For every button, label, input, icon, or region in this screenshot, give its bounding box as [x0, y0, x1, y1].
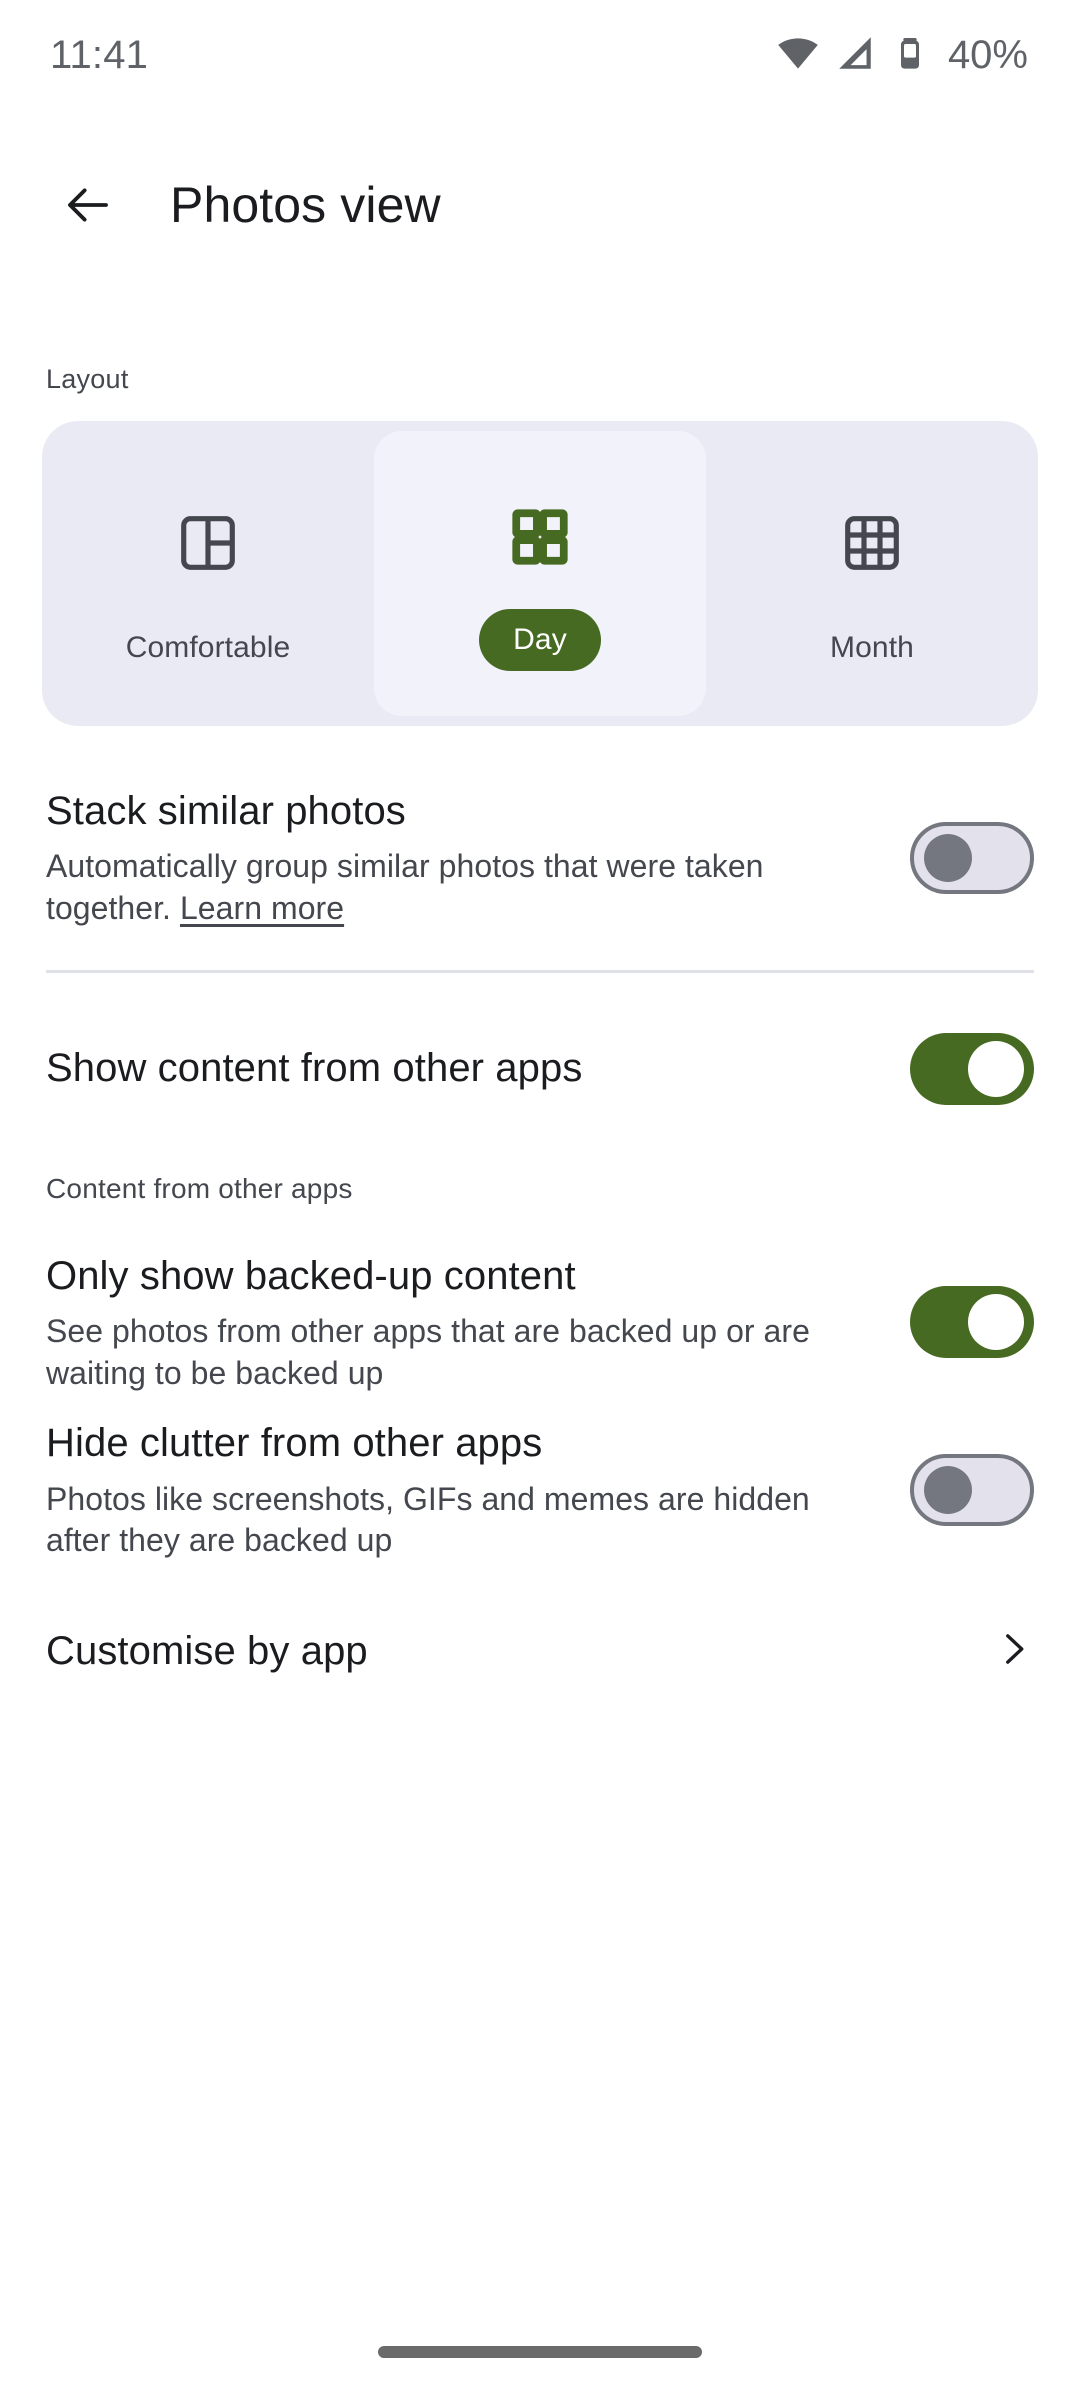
setting-title: Hide clutter from other apps [46, 1421, 543, 1466]
setting-description-text: Automatically group similar photos that … [46, 848, 764, 926]
section-divider [46, 969, 1034, 973]
back-button[interactable] [46, 163, 130, 247]
row-text-group: Show content from other apps [46, 1043, 910, 1093]
chevron-right-icon [992, 1628, 1034, 1675]
layout-option-day[interactable]: Day [374, 431, 706, 716]
photos-view-settings-screen: 11:41 40% Photos view Layout Comfortable… [0, 0, 1080, 2400]
battery-percentage: 40% [947, 32, 1028, 77]
learn-more-link[interactable]: Learn more [180, 890, 344, 926]
setting-row-customise-by-app[interactable]: Customise by app [0, 1592, 1080, 1712]
layout-option-label: Month [830, 630, 914, 664]
setting-description: See photos from other apps that are back… [46, 1312, 810, 1391]
app-bar: Photos view [0, 140, 1080, 270]
setting-title: Show content from other apps [46, 1046, 583, 1091]
toggle-hide-clutter[interactable] [910, 1453, 1034, 1526]
toggle-thumb [924, 1465, 972, 1514]
navigation-bar [0, 2304, 1080, 2400]
wifi-icon [776, 31, 820, 80]
setting-title: Stack similar photos [46, 789, 406, 833]
cellular-signal-icon [834, 32, 876, 79]
layout-option-month[interactable]: Month [706, 421, 1038, 726]
comfortable-layout-icon [177, 483, 239, 603]
row-text-group: Hide clutter from other apps Photos like… [46, 1418, 910, 1562]
row-text-group: Stack similar photos Automatically group… [46, 786, 910, 930]
layout-option-label-selected: Day [479, 608, 601, 671]
layout-section-label: Layout [46, 364, 129, 394]
setting-row-stack-similar-photos[interactable]: Stack similar photos Automatically group… [0, 786, 1080, 930]
toggle-thumb [968, 1294, 1024, 1351]
status-bar-icons: 40% [776, 31, 1028, 80]
layout-option-comfortable[interactable]: Comfortable [42, 421, 374, 726]
layout-option-label: Comfortable [125, 630, 291, 664]
setting-row-only-backed-up[interactable]: Only show backed-up content See photos f… [0, 1251, 1080, 1395]
status-bar: 11:41 40% [0, 0, 1080, 110]
toggle-thumb [968, 1040, 1024, 1097]
row-text-group: Only show backed-up content See photos f… [46, 1251, 910, 1395]
content-from-other-apps-header: Content from other apps [46, 1172, 353, 1204]
battery-icon [890, 33, 930, 78]
setting-description: Automatically group similar photos that … [46, 846, 870, 929]
layout-selector: Comfortable Day Month [42, 421, 1038, 726]
toggle-show-content-other-apps[interactable] [910, 1032, 1034, 1105]
page-title: Photos view [170, 177, 441, 233]
month-grid-icon [841, 483, 903, 603]
setting-title: Only show backed-up content [46, 1253, 576, 1298]
setting-row-show-content-other-apps[interactable]: Show content from other apps [0, 1009, 1080, 1129]
toggle-thumb [924, 833, 972, 882]
setting-title: Customise by app [46, 1629, 368, 1674]
setting-row-hide-clutter[interactable]: Hide clutter from other apps Photos like… [0, 1418, 1080, 1562]
back-arrow-icon [68, 188, 108, 222]
home-gesture-pill[interactable] [378, 2346, 702, 2358]
toggle-only-backed-up[interactable] [910, 1286, 1034, 1359]
status-bar-clock: 11:41 [50, 32, 149, 77]
day-grid-icon [509, 477, 571, 597]
toggle-stack-similar-photos[interactable] [910, 821, 1034, 894]
setting-description: Photos like screenshots, GIFs and memes … [46, 1480, 810, 1559]
